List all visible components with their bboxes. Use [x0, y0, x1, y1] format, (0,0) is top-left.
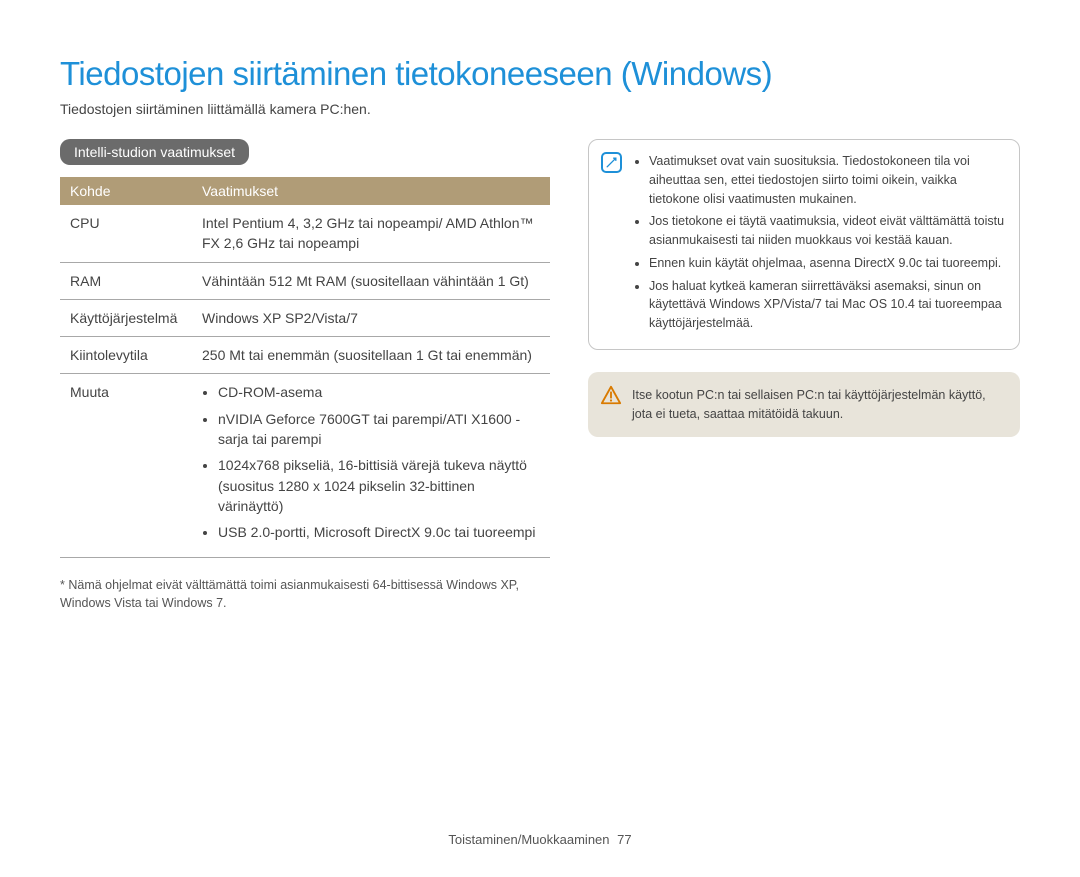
other-item: CD-ROM-asema	[218, 382, 540, 402]
warning-icon	[600, 384, 621, 405]
cell-value: Vähintään 512 Mt RAM (suositellaan vähin…	[192, 262, 550, 299]
table-row: CPU Intel Pentium 4, 3,2 GHz tai nopeamp…	[60, 205, 550, 262]
other-item: nVIDIA Geforce 7600GT tai parempi/ATI X1…	[218, 409, 540, 450]
requirements-table: Kohde Vaatimukset CPU Intel Pentium 4, 3…	[60, 177, 550, 558]
note-item: Ennen kuin käytät ohjelmaa, asenna Direc…	[649, 254, 1005, 273]
other-item: 1024x768 pikseliä, 16-bittisiä värejä tu…	[218, 455, 540, 516]
cell-value: 250 Mt tai enemmän (suositellaan 1 Gt ta…	[192, 337, 550, 374]
note-box: Vaatimukset ovat vain suosituksia. Tiedo…	[588, 139, 1020, 350]
cell-value: Windows XP SP2/Vista/7	[192, 299, 550, 336]
right-column: Vaatimukset ovat vain suosituksia. Tiedo…	[588, 139, 1020, 612]
table-row: Käyttöjärjestelmä Windows XP SP2/Vista/7	[60, 299, 550, 336]
table-row: Muuta CD-ROM-asema nVIDIA Geforce 7600GT…	[60, 374, 550, 557]
page-subtitle: Tiedostojen siirtäminen liittämällä kame…	[60, 101, 1020, 117]
page-title: Tiedostojen siirtäminen tietokoneeseen (…	[60, 55, 1020, 93]
table-row: Kiintolevytila 250 Mt tai enemmän (suosi…	[60, 337, 550, 374]
note-item: Jos haluat kytkeä kameran siirrettäväksi…	[649, 277, 1005, 333]
other-item: USB 2.0-portti, Microsoft DirectX 9.0c t…	[218, 522, 540, 542]
warning-text: Itse kootun PC:n tai sellaisen PC:n tai …	[632, 388, 986, 421]
cell-label: RAM	[60, 262, 192, 299]
note-icon	[601, 152, 622, 173]
cell-label: Käyttöjärjestelmä	[60, 299, 192, 336]
footer-page-number: 77	[617, 832, 631, 847]
note-item: Jos tietokone ei täytä vaatimuksia, vide…	[649, 212, 1005, 250]
footnote: * Nämä ohjelmat eivät välttämättä toimi …	[60, 576, 550, 612]
page-footer: Toistaminen/Muokkaaminen 77	[60, 832, 1020, 847]
left-column: Intelli-studion vaatimukset Kohde Vaatim…	[60, 139, 550, 612]
table-header-vaatimukset: Vaatimukset	[192, 177, 550, 205]
cell-value: CD-ROM-asema nVIDIA Geforce 7600GT tai p…	[192, 374, 550, 557]
note-item: Vaatimukset ovat vain suosituksia. Tiedo…	[649, 152, 1005, 208]
section-label: Intelli-studion vaatimukset	[60, 139, 249, 165]
table-header-kohde: Kohde	[60, 177, 192, 205]
footer-section: Toistaminen/Muokkaaminen	[448, 832, 609, 847]
warning-box: Itse kootun PC:n tai sellaisen PC:n tai …	[588, 372, 1020, 438]
table-row: RAM Vähintään 512 Mt RAM (suositellaan v…	[60, 262, 550, 299]
cell-value: Intel Pentium 4, 3,2 GHz tai nopeampi/ A…	[192, 205, 550, 262]
cell-label: Kiintolevytila	[60, 337, 192, 374]
cell-label: Muuta	[60, 374, 192, 557]
cell-label: CPU	[60, 205, 192, 262]
